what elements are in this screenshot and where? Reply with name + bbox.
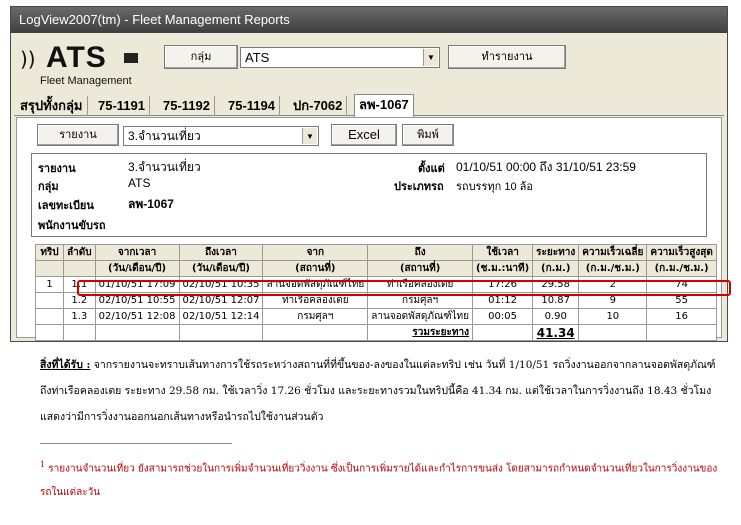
- signal-waves-icon: )): [20, 47, 36, 71]
- cell-trip: 1: [35, 276, 64, 293]
- logo-brand: ATS: [46, 41, 107, 74]
- table-total-row: รวมระยะทาง 41.34: [35, 324, 717, 341]
- description-heading: สิ่งที่ได้รับ :: [40, 359, 91, 371]
- app-window: LogView2007(tm) - Fleet Management Repor…: [10, 6, 731, 342]
- report-select[interactable]: 3.จำนวนเที่ยว ▼: [123, 126, 319, 146]
- col-distance: ระยะทาง: [532, 244, 580, 261]
- since-value: 01/10/51 00:00 ถึง 31/10/51 23:59: [456, 160, 636, 174]
- tab-75-1191[interactable]: 75-1191: [94, 96, 150, 116]
- table-header-units-row: (วัน/เดือน/ปี) (วัน/เดือน/ปี) (สถานที่) …: [35, 260, 717, 277]
- group-button[interactable]: กลุ่ม: [164, 45, 238, 69]
- cell-to-place: ลานจอดพัสดุภัณฑ์ไทย: [367, 308, 473, 325]
- tab-75-1194[interactable]: 75-1194: [224, 96, 280, 116]
- col-from-time: จากเวลา: [94, 244, 180, 261]
- col-max-speed: ความเร็วสูงสุด: [646, 244, 717, 261]
- excel-button[interactable]: Excel: [331, 124, 397, 146]
- report-label: รายงาน: [38, 162, 76, 175]
- tab-summary[interactable]: สรุปทั้งกลุ่ม: [16, 96, 88, 116]
- tab-lp-1067[interactable]: ลพ-1067: [354, 94, 414, 117]
- col-avg-speed: ความเร็วเฉลี่ย: [578, 244, 648, 261]
- cell-seq: 1.3: [63, 308, 96, 325]
- report-value: 3.จำนวนเที่ยว: [128, 160, 201, 174]
- cell-distance: 0.90: [532, 308, 580, 325]
- table-row[interactable]: 1.3 02/10/51 12:08 02/10/51 12:14 กรมศุล…: [35, 308, 717, 325]
- app-body: )) ATS Fleet Management กลุ่ม ATS ▼ ทำรา…: [14, 37, 731, 341]
- unit-avg-speed: (ก.ม./ช.ม.): [578, 260, 648, 277]
- chevron-down-icon[interactable]: ▼: [302, 128, 317, 144]
- run-report-button[interactable]: ทำรายงาน: [448, 45, 566, 69]
- plate-label: เลขทะเบียน: [38, 199, 94, 212]
- unit-seq: [63, 260, 96, 277]
- group-value: ATS: [128, 176, 151, 190]
- report-button[interactable]: รายงาน: [37, 124, 119, 146]
- since-label: ตั้งแต่: [418, 162, 445, 175]
- report-info-box: รายงาน 3.จำนวนเที่ยว กลุ่ม ATS เลขทะเบีย…: [31, 153, 707, 237]
- header-bar: )) ATS Fleet Management กลุ่ม ATS ▼ ทำรา…: [14, 37, 724, 92]
- cell-from-place: กรมศุลฯ: [262, 308, 369, 325]
- cell-trip: [35, 292, 64, 309]
- total-empty-cell: [262, 324, 369, 341]
- table-header-row: ทริป ลำดับ จากเวลา ถึงเวลา จาก ถึง ใช้เว…: [35, 244, 717, 261]
- total-empty-cell: [63, 324, 96, 341]
- cell-from-time: 02/10/51 12:08: [94, 308, 180, 325]
- unit-duration: (ช.ม.:นาที): [471, 260, 534, 277]
- report-panel: รายงาน 3.จำนวนเที่ยว ▼ Excel พิมพ์ รายงา…: [16, 117, 731, 341]
- window-title: LogView2007(tm) - Fleet Management Repor…: [11, 7, 727, 33]
- logo-square-icon: [124, 53, 138, 63]
- unit-to-place: (สถานที่): [367, 260, 473, 277]
- unit-distance: (ก.ม.): [532, 260, 580, 277]
- total-empty-cell: [94, 324, 180, 341]
- highlight-box: [77, 280, 731, 296]
- total-empty-cell: [471, 324, 534, 341]
- total-empty-cell: [646, 324, 717, 341]
- cell-to-time: 02/10/51 12:14: [178, 308, 264, 325]
- footnote: 1 รายงานจำนวนเที่ยว ยังสามารถช่วยในการเพ…: [40, 453, 720, 505]
- driver-label: พนักงานขับรถ: [38, 219, 106, 232]
- col-from-place: จาก: [262, 244, 369, 261]
- unit-from-time: (วัน/เดือน/ปี): [94, 260, 180, 277]
- description-text: สิ่งที่ได้รับ : จากรายงานจะทราบเส้นทางกา…: [40, 352, 720, 430]
- print-button[interactable]: พิมพ์: [402, 124, 454, 146]
- group-select[interactable]: ATS ▼: [240, 47, 440, 68]
- col-to-time: ถึงเวลา: [178, 244, 264, 261]
- unit-trip: [35, 260, 64, 277]
- unit-to-time: (วัน/เดือน/ปี): [178, 260, 264, 277]
- footnote-text: รายงานจำนวนเที่ยว ยังสามารถช่วยในการเพิ่…: [40, 463, 718, 499]
- footnote-divider: [40, 443, 232, 444]
- total-empty-cell: [178, 324, 264, 341]
- vehicle-tabs: สรุปทั้งกลุ่ม 75-1191 75-1192 75-1194 ปก…: [14, 94, 724, 117]
- vehicle-type-value: รถบรรทุก 10 ล้อ: [456, 181, 533, 193]
- col-duration: ใช้เวลา: [471, 244, 534, 261]
- tab-pk-7062[interactable]: ปก-7062: [289, 96, 348, 116]
- vehicle-type-label: ประเภทรถ: [394, 180, 444, 193]
- unit-max-speed: (ก.ม./ช.ม.): [646, 260, 717, 277]
- total-distance-label: รวมระยะทาง: [367, 324, 473, 341]
- group-label: กลุ่ม: [38, 180, 59, 193]
- total-distance-value: 41.34: [532, 324, 580, 341]
- col-to-place: ถึง: [367, 244, 473, 261]
- total-empty-cell: [35, 324, 64, 341]
- col-trip: ทริป: [35, 244, 64, 261]
- logo-tagline: Fleet Management: [40, 75, 132, 87]
- ats-logo: )) ATS Fleet Management: [20, 41, 160, 89]
- cell-duration: 00:05: [471, 308, 534, 325]
- plate-value: ลพ-1067: [128, 197, 174, 211]
- cell-max-speed: 16: [646, 308, 717, 325]
- col-seq: ลำดับ: [63, 244, 96, 261]
- group-select-value: ATS: [245, 50, 270, 65]
- description-body: จากรายงานจะทราบเส้นทางการใช้รถระหว่างสถา…: [40, 359, 716, 423]
- cell-avg-speed: 10: [578, 308, 648, 325]
- cell-trip: [35, 308, 64, 325]
- unit-from-place: (สถานที่): [262, 260, 369, 277]
- tab-75-1192[interactable]: 75-1192: [159, 96, 215, 116]
- report-select-value: 3.จำนวนเที่ยว: [128, 129, 201, 143]
- total-empty-cell: [578, 324, 648, 341]
- chevron-down-icon[interactable]: ▼: [423, 49, 438, 66]
